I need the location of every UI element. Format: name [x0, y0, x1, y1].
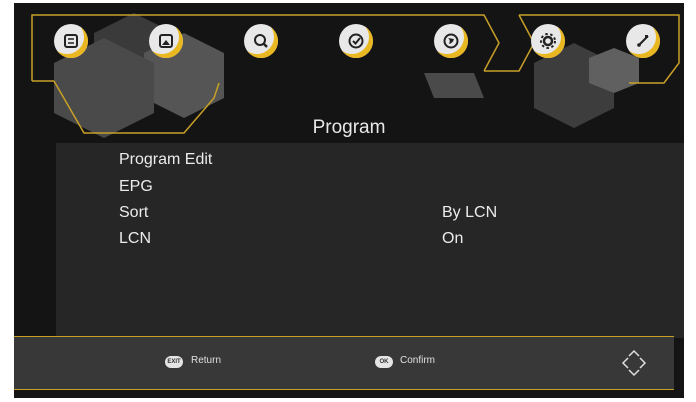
globe-menu-icon[interactable] — [434, 24, 468, 58]
ok-key-icon: OK — [375, 356, 393, 368]
menu-item-sort[interactable]: Sort — [119, 204, 148, 222]
menu-frame-line — [484, 14, 535, 72]
menu-item-program-edit[interactable]: Program Edit — [119, 151, 212, 169]
lcn-value[interactable]: On — [442, 230, 463, 248]
program-menu-icon[interactable] — [54, 24, 88, 58]
usb-menu-icon[interactable] — [626, 24, 660, 58]
dpad-icon — [621, 349, 647, 377]
search-menu-icon[interactable] — [244, 24, 278, 58]
footer-bar: EXIT Return OK Confirm — [14, 336, 674, 390]
hex-decoration — [424, 73, 484, 98]
confirm-hint: Confirm — [400, 355, 436, 366]
exit-key-icon: EXIT — [165, 356, 183, 368]
gear-menu-icon[interactable] — [531, 24, 565, 58]
menu-item-lcn[interactable]: LCN — [119, 230, 151, 248]
menu-item-epg[interactable]: EPG — [119, 178, 153, 196]
picture-menu-icon[interactable] — [149, 24, 183, 58]
time-menu-icon[interactable] — [339, 24, 373, 58]
sort-value[interactable]: By LCN — [442, 204, 497, 222]
return-hint: Return — [191, 355, 222, 366]
page-title: Program — [312, 117, 386, 138]
